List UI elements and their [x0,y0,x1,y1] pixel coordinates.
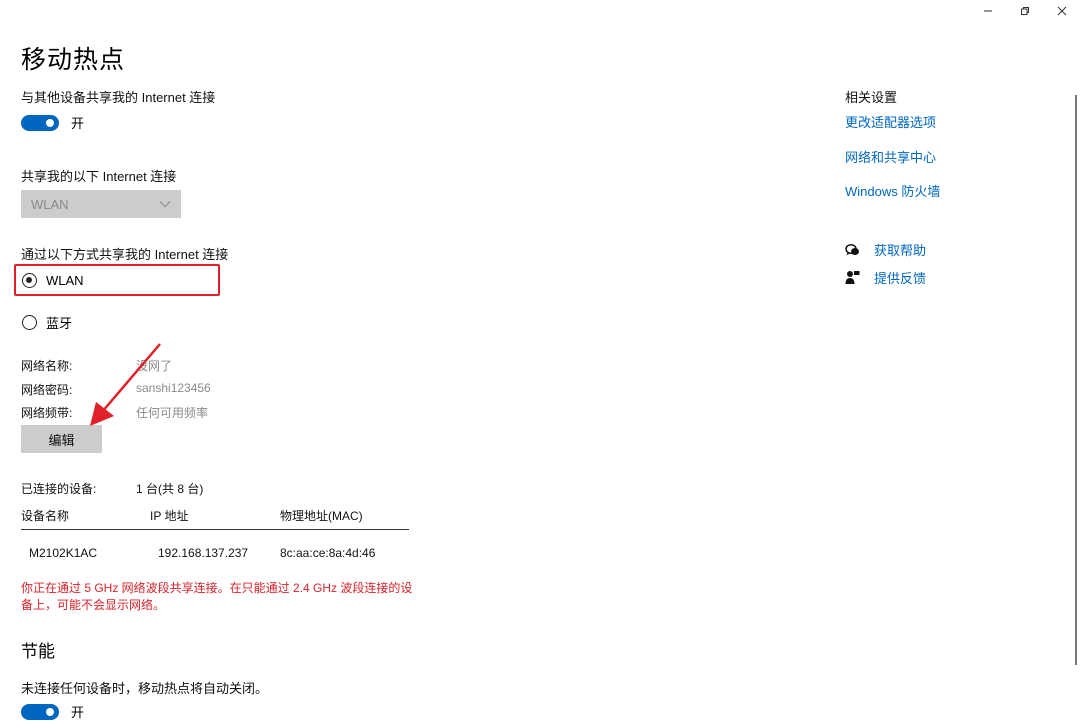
table-cell-device-name: M2102K1AC [29,546,98,560]
link-change-adapter-options[interactable]: 更改适配器选项 [845,112,936,131]
column-header-device-name: 设备名称 [21,509,70,523]
toggle-knob [46,118,54,127]
link-provide-feedback[interactable]: 提供反馈 [874,268,926,287]
restore-button[interactable] [1006,0,1043,22]
table-cell-ip: 192.168.137.237 [158,546,249,560]
radio-button-bluetooth[interactable] [22,315,37,330]
share-from-selected: WLAN [31,196,69,212]
connected-devices-value: 1 台(共 8 台) [136,482,204,496]
power-saving-label: 未连接任何设备时，移动热点将自动关闭。 [21,681,269,696]
column-header-ip: IP 地址 [150,509,189,523]
power-saving-toggle[interactable] [21,703,59,720]
column-header-mac: 物理地址(MAC) [280,509,363,523]
network-band-key: 网络频带: [21,406,73,420]
link-network-sharing-center[interactable]: 网络和共享中心 [845,147,936,166]
connected-devices-key: 已连接的设备: [21,482,97,496]
table-cell-mac: 8c:aa:ce:8a:4d:46 [280,546,376,560]
close-button[interactable] [1043,0,1080,22]
close-icon [1057,6,1066,16]
share-internet-toggle-state: 开 [71,116,85,131]
network-password-key: 网络密码: [21,383,73,397]
feedback-icon [845,271,860,284]
page-title: 移动热点 [21,46,126,74]
chat-help-icon [845,243,859,255]
power-saving-title: 节能 [21,642,55,661]
minimize-icon [983,10,992,12]
vertical-scrollbar[interactable] [1075,95,1077,665]
get-help-row[interactable]: 获取帮助 [845,240,926,259]
share-internet-label: 与其他设备共享我的 Internet 连接 [21,90,216,105]
radio-label-wlan: WLAN [46,273,84,288]
radio-option-bluetooth[interactable]: 蓝牙 [22,313,72,332]
chevron-down-icon [159,201,171,208]
network-name-key: 网络名称: [21,359,73,373]
toggle-knob [46,707,54,716]
share-over-label: 通过以下方式共享我的 Internet 连接 [21,247,229,262]
link-get-help[interactable]: 获取帮助 [874,240,926,259]
share-internet-toggle-row[interactable]: 开 [21,113,84,132]
minimize-button[interactable] [969,0,1006,22]
radio-button-wlan[interactable] [22,273,37,288]
annotation-arrow-icon [90,343,161,426]
table-header-divider [21,529,409,530]
power-saving-toggle-state: 开 [71,705,85,720]
band-warning-text: 你正在通过 5 GHz 网络波段共享连接。在只能通过 2.4 GHz 波段连接的… [21,581,413,612]
share-from-label: 共享我的以下 Internet 连接 [21,169,177,184]
radio-label-bluetooth: 蓝牙 [46,316,73,331]
link-windows-firewall[interactable]: Windows 防火墙 [845,181,940,200]
window-controls [969,0,1080,22]
share-internet-toggle[interactable] [21,114,59,131]
radio-option-wlan[interactable]: WLAN [22,273,84,288]
share-from-dropdown[interactable]: WLAN [21,190,181,218]
related-settings-title: 相关设置 [845,90,898,105]
feedback-row[interactable]: 提供反馈 [845,268,926,287]
power-saving-toggle-row[interactable]: 开 [21,702,84,721]
restore-icon [1020,7,1029,15]
